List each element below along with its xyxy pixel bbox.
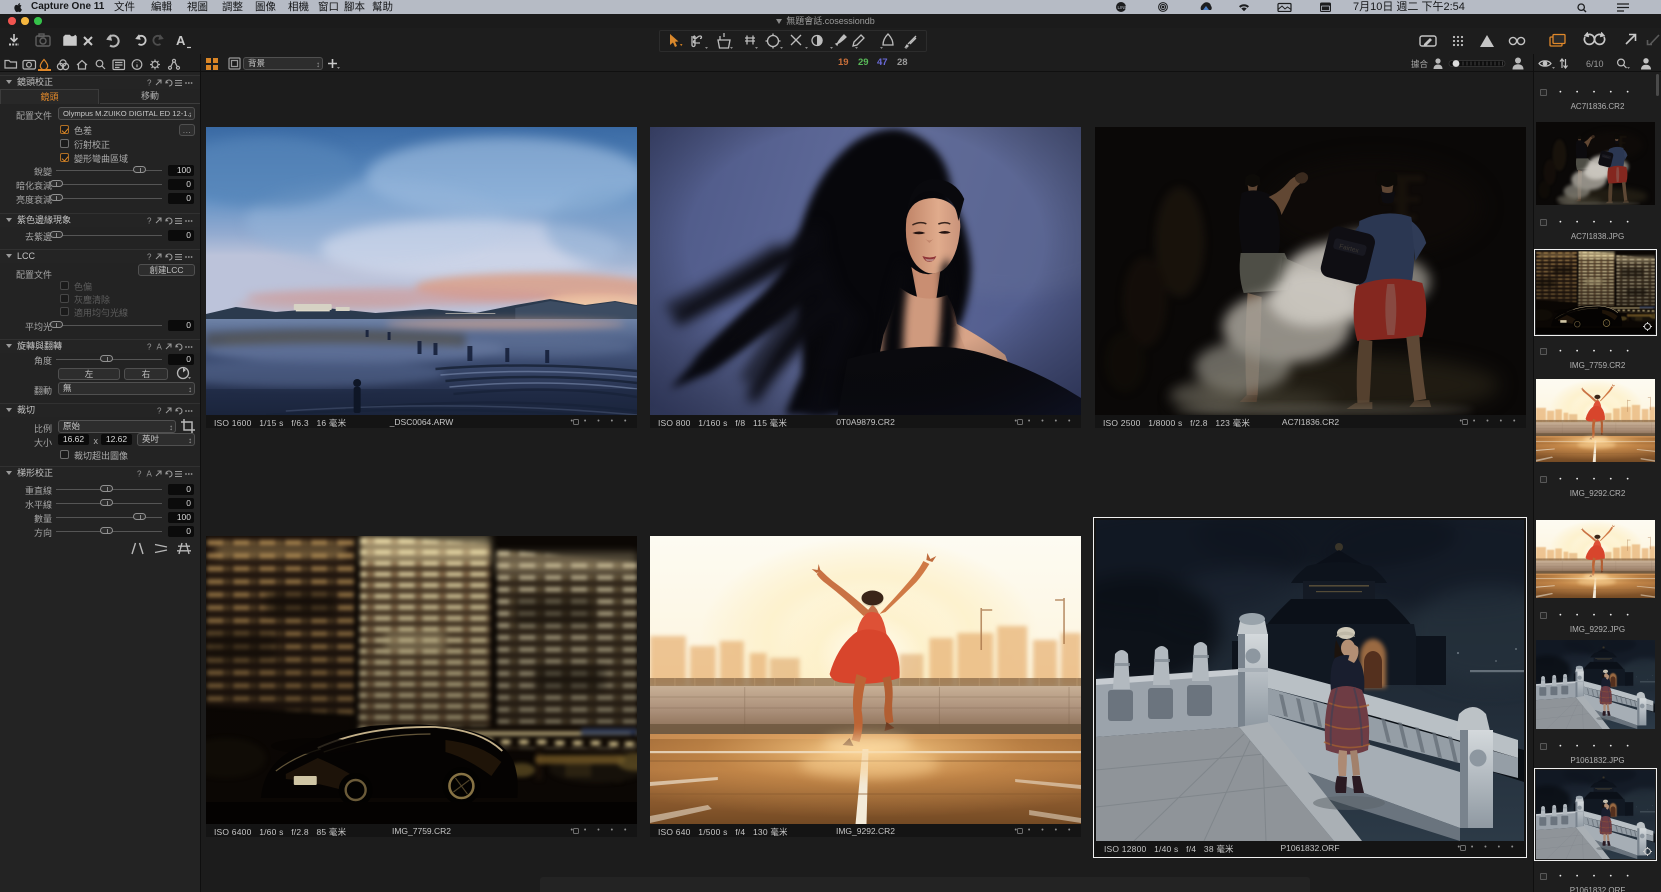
svg-text:LINE: LINE <box>1118 5 1128 10</box>
svg-text:A: A <box>176 33 186 48</box>
svg-text:?: ? <box>147 79 152 88</box>
svg-text:?: ? <box>137 470 142 479</box>
svg-text:A: A <box>147 470 153 479</box>
svg-text:?: ? <box>147 343 152 352</box>
svg-text:6/10: 6/10 <box>1586 59 1604 69</box>
svg-text:?: ? <box>147 217 152 226</box>
svg-text:?: ? <box>147 253 152 262</box>
svg-text:A: A <box>157 343 163 352</box>
svg-text:?: ? <box>157 407 162 416</box>
